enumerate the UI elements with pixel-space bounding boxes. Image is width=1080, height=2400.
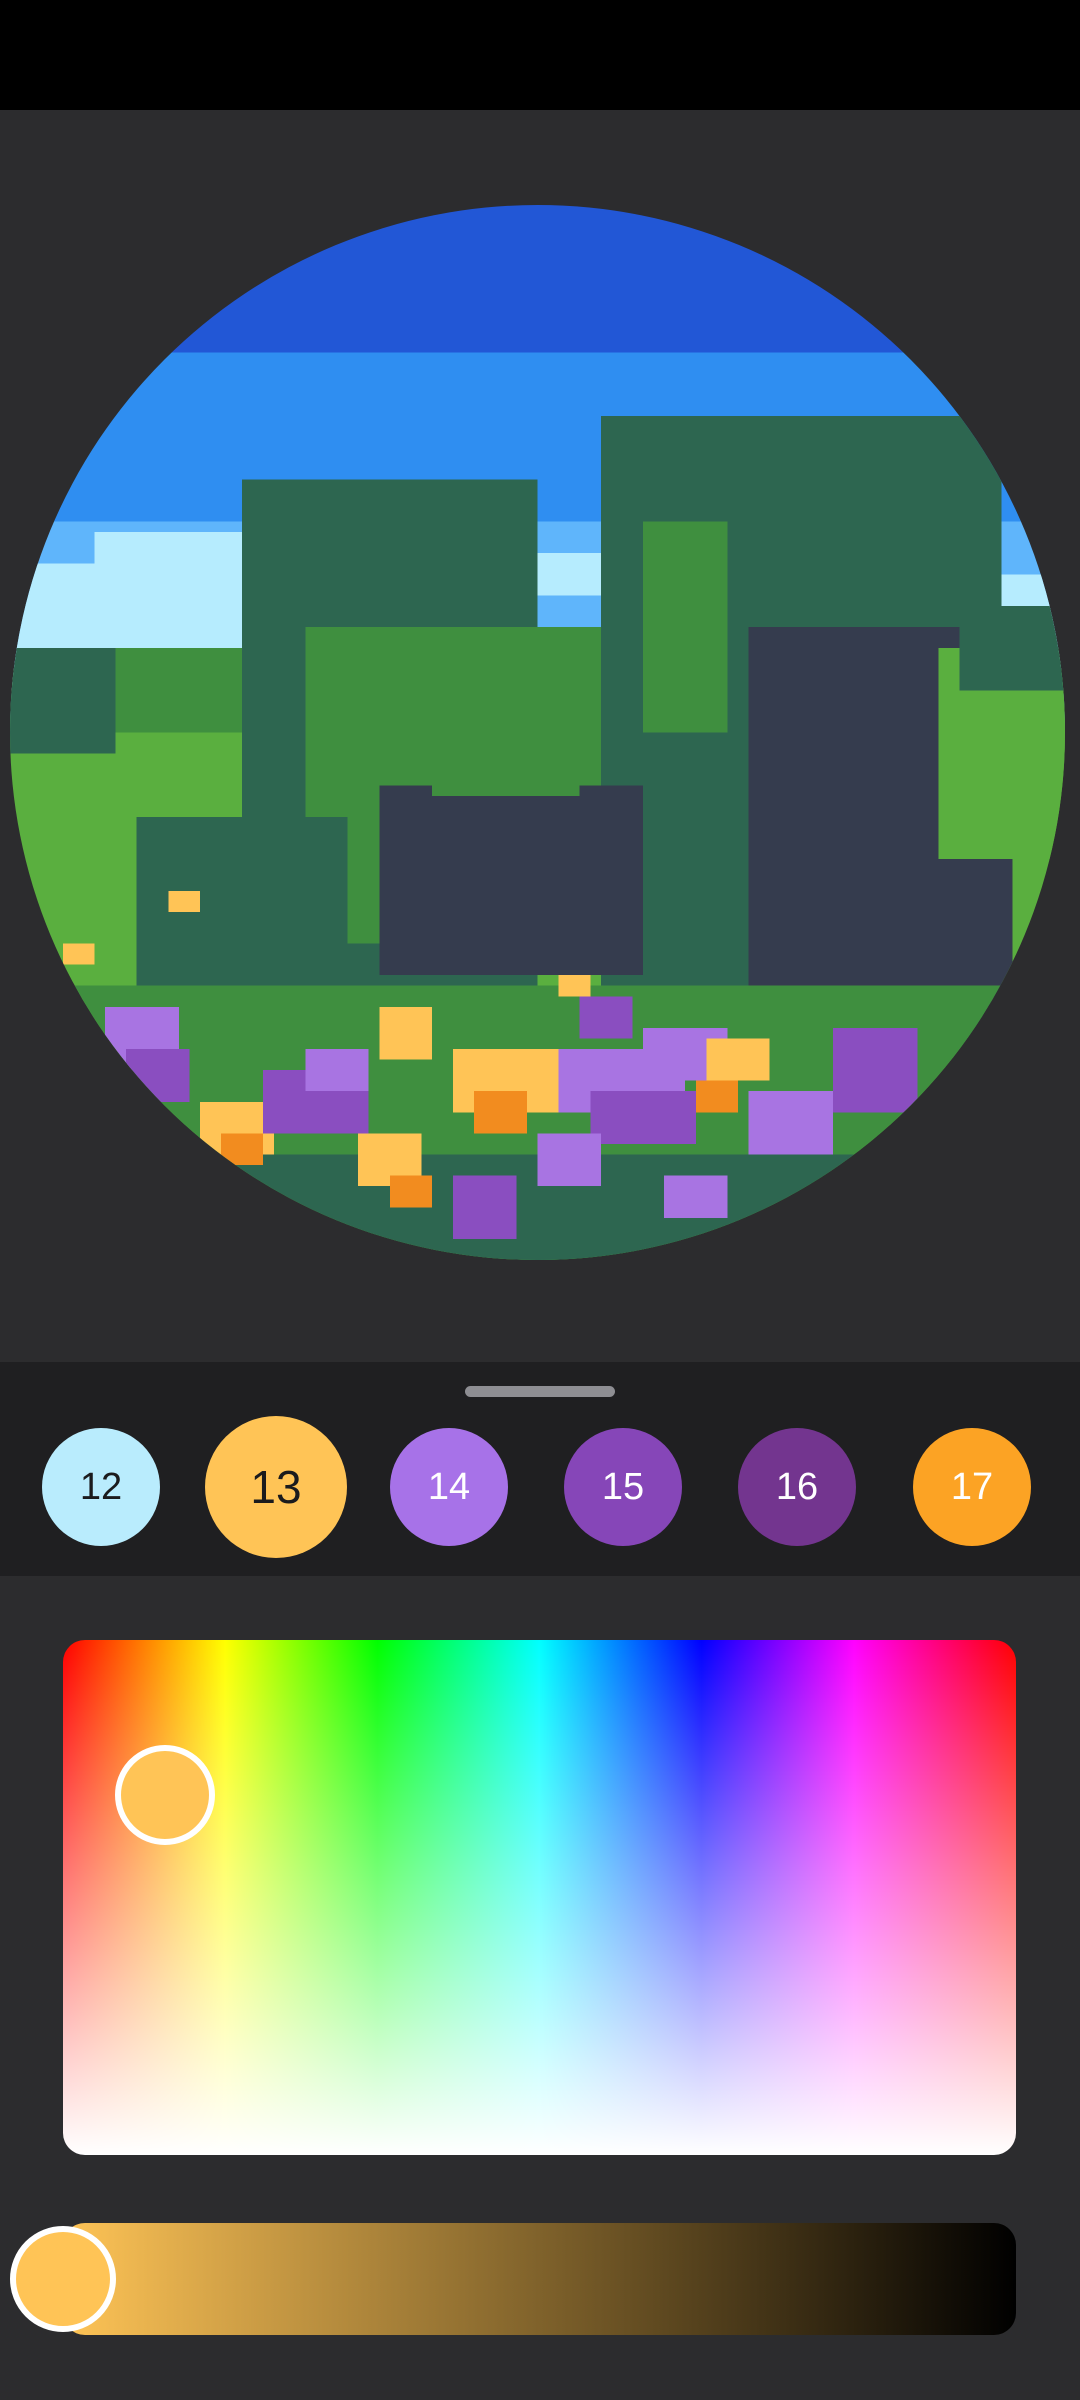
brightness-slider[interactable] (63, 2223, 1016, 2335)
color-swatch-15[interactable]: 15 (564, 1428, 682, 1546)
color-swatch-12[interactable]: 12 (42, 1428, 160, 1546)
brightness-slider-thumb[interactable] (10, 2226, 116, 2332)
drag-handle[interactable] (465, 1386, 615, 1397)
status-bar (0, 0, 1080, 110)
pixel-artwork[interactable] (10, 205, 1065, 1260)
color-swatch-16[interactable]: 16 (738, 1428, 856, 1546)
hue-saturation-field[interactable] (63, 1640, 1016, 2155)
color-swatch-14[interactable]: 14 (390, 1428, 508, 1546)
color-palette-panel: 12 13 14 15 16 17 (0, 1362, 1080, 1576)
color-swatch-17[interactable]: 17 (913, 1428, 1031, 1546)
sky-deep-band (10, 205, 1065, 353)
hue-picker-thumb[interactable] (115, 1745, 215, 1845)
forest (136, 416, 1065, 1049)
canvas-area[interactable] (0, 110, 1080, 1362)
color-swatch-13[interactable]: 13 (205, 1416, 347, 1558)
color-picker (0, 1576, 1080, 2400)
